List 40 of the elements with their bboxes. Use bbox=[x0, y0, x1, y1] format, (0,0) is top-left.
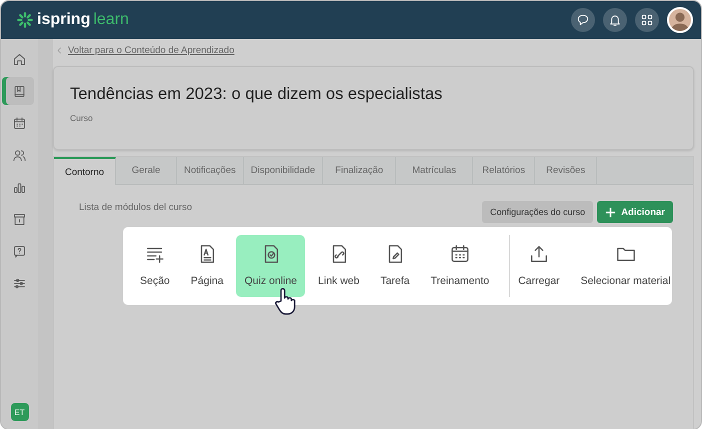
tab[interactable]: Finalização bbox=[323, 157, 396, 184]
sidebar-item[interactable] bbox=[6, 77, 34, 105]
home-icon bbox=[12, 52, 27, 66]
modules-label: Lista de módulos del curso bbox=[79, 202, 192, 212]
tab[interactable]: Matrículas bbox=[396, 157, 474, 184]
plus-icon bbox=[605, 206, 616, 218]
course-type: Curso bbox=[70, 113, 94, 123]
tab[interactable]: Relatórios bbox=[473, 157, 536, 184]
users-icon bbox=[12, 148, 27, 162]
menu-item[interactable]: Página bbox=[182, 235, 232, 297]
apps-button[interactable] bbox=[635, 8, 659, 32]
back-link[interactable]: Voltar para o Conteúdo de Aprendizado bbox=[55, 39, 694, 61]
chevron-left-icon bbox=[55, 46, 64, 54]
logo-text: learn bbox=[93, 11, 129, 29]
menu-item[interactable]: Tarefa bbox=[372, 235, 418, 297]
chat-button[interactable] bbox=[571, 8, 595, 32]
chat-icon bbox=[575, 12, 591, 28]
logo-icon bbox=[16, 11, 34, 29]
add-button[interactable]: Adicionar bbox=[597, 201, 673, 223]
archive-icon bbox=[12, 212, 27, 226]
tab[interactable]: Gerale bbox=[116, 157, 177, 184]
tab[interactable]: Disponibilidade bbox=[244, 157, 324, 184]
tab[interactable]: Revisões bbox=[535, 157, 598, 184]
course-title: Tendências em 2023: o que dizem os especialistas bbox=[70, 85, 444, 104]
tab[interactable]: Contorno bbox=[54, 157, 116, 185]
calendar-icon bbox=[448, 243, 471, 265]
book-icon bbox=[12, 84, 27, 98]
help-icon bbox=[12, 244, 27, 258]
menu-item[interactable]: Link web bbox=[310, 235, 368, 297]
bell-button[interactable] bbox=[603, 8, 627, 32]
menu-item[interactable]: Treinamento bbox=[422, 235, 498, 297]
menu-item[interactable]: Carregar bbox=[509, 235, 568, 297]
course-settings-button[interactable]: Configurações do curso bbox=[482, 201, 594, 223]
menu-item[interactable]: Selecionar material bbox=[572, 235, 679, 297]
calendar-icon bbox=[12, 116, 27, 130]
tab[interactable]: Notificações bbox=[177, 157, 244, 184]
logo-text: ispring bbox=[37, 11, 90, 29]
apps-icon bbox=[639, 12, 655, 28]
user-avatar[interactable] bbox=[667, 7, 693, 33]
menu-item[interactable]: Seção bbox=[132, 235, 178, 297]
